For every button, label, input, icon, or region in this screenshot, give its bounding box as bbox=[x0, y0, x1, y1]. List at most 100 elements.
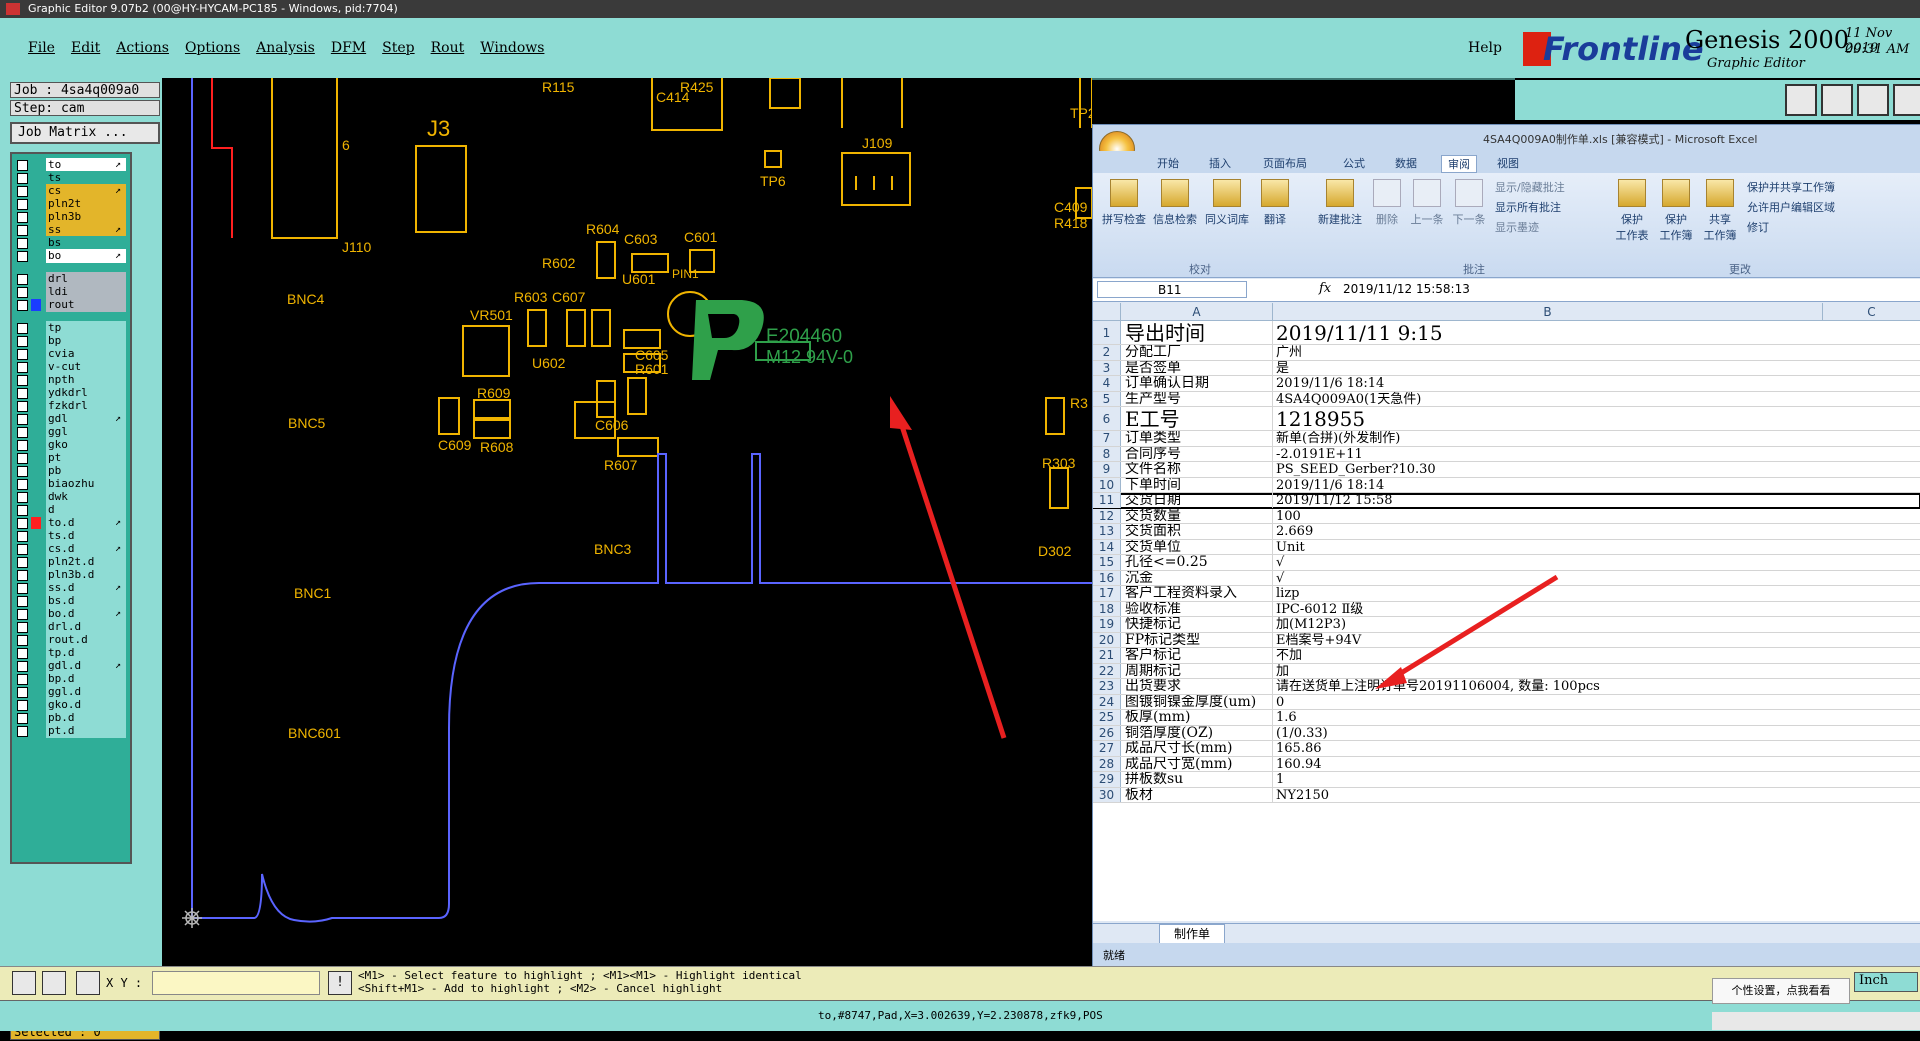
tab-home[interactable]: 开始 bbox=[1157, 155, 1179, 171]
track-changes[interactable]: 修订 bbox=[1747, 219, 1769, 235]
layer-name[interactable]: pt.d bbox=[46, 724, 126, 738]
layer-color-swatch[interactable] bbox=[31, 634, 41, 646]
layer-name[interactable]: tp bbox=[46, 321, 126, 335]
layer-name[interactable]: npth bbox=[46, 373, 126, 387]
sheet-grid[interactable]: A B C 1 导出时间 2019/11/11 9:15 2 分配工厂 广州 3 是否签单是 4… bbox=[1093, 303, 1920, 921]
layer-color-swatch[interactable] bbox=[31, 699, 41, 711]
layer-color-swatch[interactable] bbox=[31, 595, 41, 607]
layer-checkbox[interactable] bbox=[17, 596, 28, 607]
layer-checkbox[interactable] bbox=[17, 160, 28, 171]
layer-row[interactable]: pln2t bbox=[15, 197, 131, 211]
menu-edit[interactable]: Edit bbox=[63, 40, 108, 56]
menu-file[interactable]: File bbox=[20, 40, 63, 56]
layer-checkbox[interactable] bbox=[17, 713, 28, 724]
layer-color-swatch[interactable] bbox=[31, 439, 41, 451]
layer-checkbox[interactable] bbox=[17, 401, 28, 412]
upload-icon[interactable] bbox=[1785, 84, 1817, 116]
layer-name[interactable]: ts.d bbox=[46, 529, 126, 543]
layer-checkbox[interactable] bbox=[17, 199, 28, 210]
translate-button[interactable]: 翻译 bbox=[1255, 179, 1295, 227]
show-hide-comment[interactable]: 显示/隐藏批注 bbox=[1495, 179, 1565, 195]
layer-row[interactable]: gko bbox=[15, 438, 131, 452]
ime-toolbar[interactable] bbox=[1712, 1012, 1920, 1030]
layer-color-swatch[interactable] bbox=[31, 299, 41, 311]
layer-name[interactable]: to.d bbox=[46, 516, 126, 530]
layer-checkbox[interactable] bbox=[17, 687, 28, 698]
layer-row[interactable]: pln3b bbox=[15, 210, 131, 224]
grid-icon[interactable] bbox=[1893, 84, 1920, 116]
layer-row[interactable]: pln3b.d bbox=[15, 568, 131, 582]
layer-row[interactable]: cvia bbox=[15, 347, 131, 361]
layer-color-swatch[interactable] bbox=[31, 608, 41, 620]
layer-color-swatch[interactable] bbox=[31, 413, 41, 425]
protect-workbook-button[interactable]: 保护 工作簿 bbox=[1655, 179, 1697, 243]
layer-color-swatch[interactable] bbox=[31, 491, 41, 503]
layer-row[interactable]: bo ↗ bbox=[15, 249, 131, 263]
tab-review[interactable]: 审阅 bbox=[1441, 155, 1477, 173]
layer-color-swatch[interactable] bbox=[31, 348, 41, 360]
layer-color-swatch[interactable] bbox=[31, 185, 41, 197]
layer-color-swatch[interactable] bbox=[31, 361, 41, 373]
layer-row[interactable]: bo.d ↗ bbox=[15, 607, 131, 621]
layer-color-swatch[interactable] bbox=[31, 400, 41, 412]
layer-color-swatch[interactable] bbox=[31, 426, 41, 438]
prev-comment-button[interactable]: 上一条 bbox=[1407, 179, 1447, 227]
layer-name[interactable]: drl.d bbox=[46, 620, 126, 634]
menu-windows[interactable]: Windows bbox=[472, 40, 552, 56]
layer-row[interactable]: bs bbox=[15, 236, 131, 250]
layer-name[interactable]: gdl.d bbox=[46, 659, 126, 673]
layer-checkbox[interactable] bbox=[17, 336, 28, 347]
layer-name[interactable]: biaozhu bbox=[46, 477, 126, 491]
layer-row[interactable]: gdl.d ↗ bbox=[15, 659, 131, 673]
layer-row[interactable]: pln2t.d bbox=[15, 555, 131, 569]
layer-color-swatch[interactable] bbox=[31, 725, 41, 737]
layer-checkbox[interactable] bbox=[17, 375, 28, 386]
layer-color-swatch[interactable] bbox=[31, 387, 41, 399]
layer-row[interactable]: pb bbox=[15, 464, 131, 478]
allow-edit-ranges[interactable]: 允许用户编辑区域 bbox=[1747, 199, 1835, 215]
layer-row[interactable]: ldi bbox=[15, 285, 131, 299]
layer-row[interactable]: bs.d bbox=[15, 594, 131, 608]
menu-step[interactable]: Step bbox=[374, 40, 422, 56]
layer-checkbox[interactable] bbox=[17, 274, 28, 285]
layer-checkbox[interactable] bbox=[17, 212, 28, 223]
layer-color-swatch[interactable] bbox=[31, 159, 41, 171]
layer-color-swatch[interactable] bbox=[31, 452, 41, 464]
layer-color-swatch[interactable] bbox=[31, 660, 41, 672]
layer-checkbox[interactable] bbox=[17, 479, 28, 490]
layer-color-swatch[interactable] bbox=[31, 250, 41, 262]
fx-icon[interactable]: fx bbox=[1319, 281, 1331, 296]
measure-icon[interactable] bbox=[42, 971, 66, 995]
layer-name[interactable]: gko.d bbox=[46, 698, 126, 712]
menu-analysis[interactable]: Analysis bbox=[248, 40, 323, 56]
layer-row[interactable]: v-cut bbox=[15, 360, 131, 374]
layer-name[interactable]: bo.d bbox=[46, 607, 126, 621]
layer-checkbox[interactable] bbox=[17, 251, 28, 262]
layer-row[interactable]: cs.d ↗ bbox=[15, 542, 131, 556]
tab-data[interactable]: 数据 bbox=[1395, 155, 1417, 171]
layer-name[interactable]: ss bbox=[46, 223, 126, 237]
layer-name[interactable]: pt bbox=[46, 451, 126, 465]
layer-row[interactable]: pb.d bbox=[15, 711, 131, 725]
layer-row[interactable]: biaozhu bbox=[15, 477, 131, 491]
layer-row[interactable]: pt.d bbox=[15, 724, 131, 738]
layer-name[interactable]: pln2t.d bbox=[46, 555, 126, 569]
layer-checkbox[interactable] bbox=[17, 726, 28, 737]
layer-row[interactable]: cs ↗ bbox=[15, 184, 131, 198]
layer-checkbox[interactable] bbox=[17, 492, 28, 503]
layer-color-swatch[interactable] bbox=[31, 686, 41, 698]
layer-color-swatch[interactable] bbox=[31, 543, 41, 555]
name-box[interactable]: B11 bbox=[1097, 281, 1247, 298]
layer-row[interactable]: tp.d bbox=[15, 646, 131, 660]
delete-comment-button[interactable]: 删除 bbox=[1369, 179, 1405, 227]
layer-name[interactable]: cs bbox=[46, 184, 126, 198]
new-comment-button[interactable]: 新建批注 bbox=[1313, 179, 1367, 227]
layer-row[interactable]: fzkdrl bbox=[15, 399, 131, 413]
layer-name[interactable]: bo bbox=[46, 249, 126, 263]
layer-row[interactable]: gko.d bbox=[15, 698, 131, 712]
protect-share-workbook[interactable]: 保护并共享工作簿 bbox=[1747, 179, 1835, 195]
layer-color-swatch[interactable] bbox=[31, 478, 41, 490]
zoom-area-icon[interactable] bbox=[12, 971, 36, 995]
layer-name[interactable]: cs.d bbox=[46, 542, 126, 556]
menu-help[interactable]: Help bbox=[1468, 40, 1502, 56]
